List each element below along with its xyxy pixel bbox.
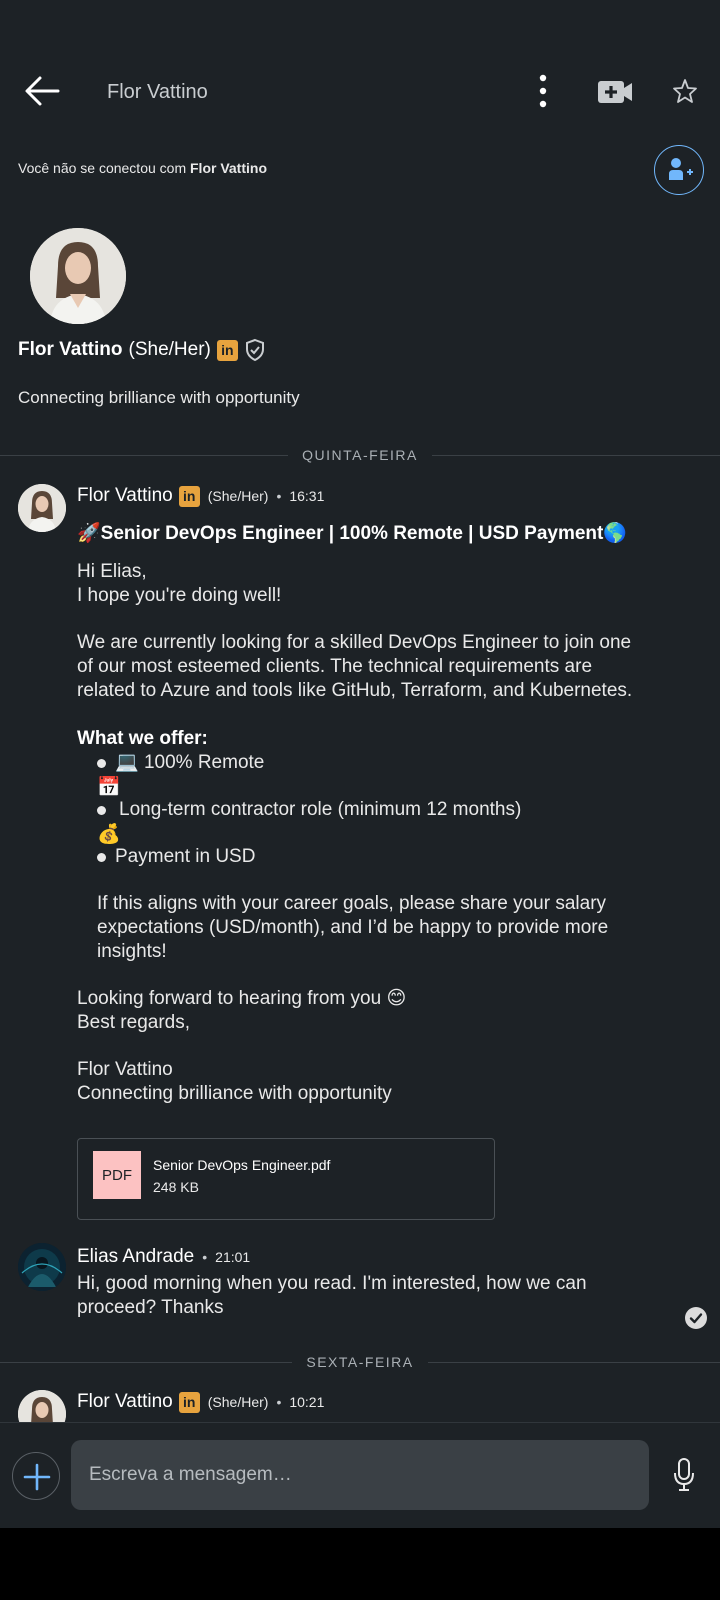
arrow-left-icon [25, 76, 60, 106]
signature-headline: Connecting brilliance with opportunity [77, 1083, 392, 1104]
linkedin-badge-icon: in [178, 485, 200, 507]
offer-item: 💻 100% Remote [115, 751, 675, 775]
sender-photo [18, 484, 66, 532]
video-call-button[interactable] [596, 77, 634, 107]
message-line: insights! [97, 941, 167, 962]
bullet [97, 806, 106, 815]
profile-name-text: Flor Vattino [18, 339, 123, 360]
message-time: 10:21 [289, 1394, 325, 1410]
sender-avatar[interactable] [18, 1243, 66, 1291]
connect-button[interactable] [654, 145, 704, 195]
attachment-size: 248 KB [153, 1179, 199, 1195]
message-line: Best regards, [77, 1012, 190, 1033]
closing-text: Looking forward to hearing from you [77, 988, 382, 1009]
message-input[interactable] [71, 1440, 649, 1510]
offer-item: Payment in USD [115, 846, 256, 867]
message-line: We are currently looking for a skilled D… [77, 632, 632, 653]
message-line: related to Azure and tools like GitHub, … [77, 680, 633, 701]
globe-icon: 🌎 [603, 523, 628, 544]
message-time: 21:01 [215, 1249, 251, 1265]
add-person-icon [669, 158, 693, 180]
microphone-icon [674, 1458, 694, 1491]
top-bar: Flor Vattino [0, 55, 720, 129]
kebab-icon [539, 74, 547, 108]
message-time: 16:31 [289, 488, 325, 504]
message-line: proceed? Thanks [77, 1297, 224, 1318]
message-line: expectations (USD/month), and I’d be hap… [97, 917, 609, 938]
offer-heading: What we offer: [77, 728, 208, 749]
separator-dot: • [202, 1249, 208, 1265]
linkedin-badge-icon: in [216, 339, 238, 361]
message-header: Flor Vattino in (She/Her) • 16:31 [77, 485, 324, 507]
message-line: of our most esteemed clients. The techni… [77, 656, 593, 677]
message-line: Hi Elias, [77, 561, 147, 582]
pdf-icon: PDF [93, 1151, 141, 1199]
more-options-button[interactable] [530, 73, 556, 109]
attachment-card[interactable]: PDF Senior DevOps Engineer.pdf 248 KB [77, 1138, 495, 1220]
bullet [97, 853, 106, 862]
message-subject: 🚀Senior DevOps Engineer | 100% Remote | … [77, 521, 627, 545]
signature-name: Flor Vattino [77, 1059, 173, 1080]
star-icon [673, 79, 697, 103]
system-navigation-bar [0, 1528, 720, 1600]
message-line: I hope you're doing well! [77, 585, 282, 606]
message-header: Elias Andrade • 21:01 [77, 1246, 250, 1268]
star-button[interactable] [672, 77, 698, 105]
separator-dot: • [276, 488, 282, 504]
day-label: QUINTA-FEIRA [288, 447, 432, 463]
money-bag-icon: 💰 [97, 824, 121, 845]
video-plus-icon [598, 81, 632, 103]
shield-check-icon [245, 338, 264, 362]
connection-notice: Você não se conectou com Flor Vattino [18, 160, 267, 176]
linkedin-badge-icon: in [178, 1391, 200, 1413]
plus-icon [23, 1463, 51, 1491]
profile-photo [30, 228, 126, 324]
profile-avatar[interactable] [30, 228, 126, 324]
message-composer [0, 1422, 720, 1528]
day-divider: SEXTA-FEIRA [0, 1354, 720, 1370]
calendar-icon: 📅 [97, 777, 121, 798]
connection-prefix: Você não se conectou com [18, 160, 190, 176]
message-line: If this aligns with your career goals, p… [97, 893, 607, 914]
day-label: SEXTA-FEIRA [292, 1354, 428, 1370]
sender-name[interactable]: Elias Andrade [77, 1246, 194, 1268]
sender-name[interactable]: Flor Vattino [77, 1391, 173, 1413]
offer-item: Long-term contractor role (minimum 12 mo… [119, 799, 522, 820]
separator-dot: • [276, 1394, 282, 1410]
message-line: Hi, good morning when you read. I'm inte… [77, 1273, 587, 1294]
laptop-icon: 💻 [115, 752, 139, 773]
attach-button[interactable] [12, 1452, 60, 1500]
message-line: Looking forward to hearing from you 😊 [77, 987, 697, 1011]
smile-icon: 😊 [386, 988, 407, 1009]
read-check-icon [685, 1307, 707, 1329]
bullet [97, 759, 106, 768]
rocket-icon: 🚀 [77, 523, 101, 544]
profile-name[interactable]: Flor Vattino (She/Her) in [18, 338, 266, 362]
back-button[interactable] [22, 73, 62, 109]
conversation-title[interactable]: Flor Vattino [107, 81, 208, 104]
attachment-name: Senior DevOps Engineer.pdf [153, 1157, 331, 1173]
offer-text: 100% Remote [143, 752, 265, 773]
messaging-screen: Flor Vattino Você não se conectou com Fl… [0, 0, 720, 1528]
sender-pronouns: (She/Her) [207, 488, 269, 504]
subject-text: Senior DevOps Engineer | 100% Remote | U… [100, 523, 604, 544]
connection-name: Flor Vattino [190, 160, 267, 176]
message-header: Flor Vattino in (She/Her) • 10:21 [77, 1391, 324, 1413]
sender-name[interactable]: Flor Vattino [77, 485, 173, 507]
profile-headline: Connecting brilliance with opportunity [18, 388, 300, 407]
sender-pronouns: (She/Her) [207, 1394, 269, 1410]
day-divider: QUINTA-FEIRA [0, 447, 720, 463]
sender-avatar[interactable] [18, 484, 66, 532]
profile-pronouns: (She/Her) [128, 339, 211, 360]
voice-message-button[interactable] [672, 1457, 696, 1493]
sender-photo [18, 1243, 66, 1291]
